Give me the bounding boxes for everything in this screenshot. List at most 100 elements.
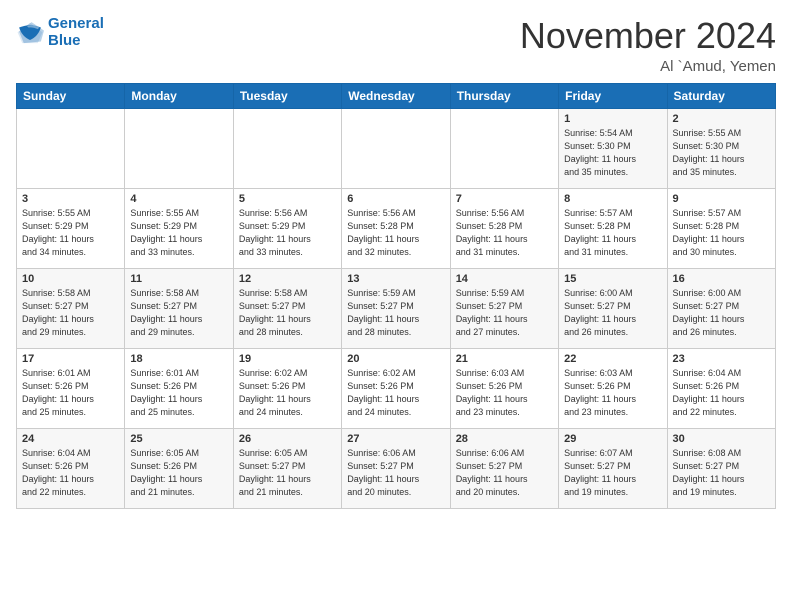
col-header-thursday: Thursday (450, 83, 558, 108)
day-cell (342, 108, 450, 188)
day-cell: 15 Sunrise: 6:00 AM Sunset: 5:27 PM Dayli… (559, 268, 667, 348)
day-cell: 8 Sunrise: 5:57 AM Sunset: 5:28 PM Daylig… (559, 188, 667, 268)
day-info: Sunrise: 6:03 AM Sunset: 5:26 PM Dayligh… (456, 367, 553, 419)
day-cell: 7Sunrise: 5:56 AM Sunset: 5:28 PM Daylig… (450, 188, 558, 268)
week-row-5: 24 Sunrise: 6:04 AM Sunset: 5:26 PM Dayli… (17, 428, 776, 508)
day-info: Sunrise: 5:56 AM Sunset: 5:28 PM Dayligh… (347, 207, 444, 259)
day-info: Sunrise: 6:04 AM Sunset: 5:26 PM Dayligh… (22, 447, 119, 499)
day-info: Sunrise: 5:58 AM Sunset: 5:27 PM Dayligh… (130, 287, 227, 339)
day-number: 11 (130, 273, 227, 285)
day-info: Sunrise: 5:58 AM Sunset: 5:27 PM Dayligh… (22, 287, 119, 339)
day-number: 4 (130, 193, 227, 205)
day-number: 17 (22, 353, 119, 365)
day-cell: 11 Sunrise: 5:58 AM Sunset: 5:27 PM Dayli… (125, 268, 233, 348)
day-cell: 30Sunrise: 6:08 AM Sunset: 5:27 PM Dayli… (667, 428, 775, 508)
day-cell: 23 Sunrise: 6:04 AM Sunset: 5:26 PM Dayli… (667, 348, 775, 428)
day-cell (450, 108, 558, 188)
day-cell: 16 Sunrise: 6:00 AM Sunset: 5:27 PM Dayli… (667, 268, 775, 348)
day-cell: 20 Sunrise: 6:02 AM Sunset: 5:26 PM Dayli… (342, 348, 450, 428)
day-info: Sunrise: 5:56 AM Sunset: 5:29 PM Dayligh… (239, 207, 336, 259)
title-block: November 2024 Al `Amud, Yemen (520, 16, 776, 75)
day-info: Sunrise: 6:00 AM Sunset: 5:27 PM Dayligh… (673, 287, 770, 339)
day-number: 15 (564, 273, 661, 285)
day-info: Sunrise: 5:57 AM Sunset: 5:28 PM Dayligh… (564, 207, 661, 259)
day-info: Sunrise: 6:04 AM Sunset: 5:26 PM Dayligh… (673, 367, 770, 419)
day-cell: 26 Sunrise: 6:05 AM Sunset: 5:27 PM Dayli… (233, 428, 341, 508)
day-number: 22 (564, 353, 661, 365)
day-number: 14 (456, 273, 553, 285)
day-number: 9 (673, 193, 770, 205)
day-cell: 19 Sunrise: 6:02 AM Sunset: 5:26 PM Dayli… (233, 348, 341, 428)
day-cell: 21 Sunrise: 6:03 AM Sunset: 5:26 PM Dayli… (450, 348, 558, 428)
day-cell: 17Sunrise: 6:01 AM Sunset: 5:26 PM Dayli… (17, 348, 125, 428)
week-row-2: 3 Sunrise: 5:55 AM Sunset: 5:29 PM Daylig… (17, 188, 776, 268)
day-info: Sunrise: 6:00 AM Sunset: 5:27 PM Dayligh… (564, 287, 661, 339)
logo-blue: Blue (48, 32, 81, 49)
col-header-monday: Monday (125, 83, 233, 108)
day-info: Sunrise: 6:06 AM Sunset: 5:27 PM Dayligh… (456, 447, 553, 499)
day-number: 2 (673, 113, 770, 125)
day-number: 10 (22, 273, 119, 285)
day-cell: 6 Sunrise: 5:56 AM Sunset: 5:28 PM Daylig… (342, 188, 450, 268)
day-cell: 10 Sunrise: 5:58 AM Sunset: 5:27 PM Dayli… (17, 268, 125, 348)
day-cell: 5 Sunrise: 5:56 AM Sunset: 5:29 PM Daylig… (233, 188, 341, 268)
day-number: 16 (673, 273, 770, 285)
day-cell: 1 Sunrise: 5:54 AM Sunset: 5:30 PM Daylig… (559, 108, 667, 188)
day-number: 7 (456, 193, 553, 205)
day-number: 8 (564, 193, 661, 205)
col-header-friday: Friday (559, 83, 667, 108)
day-info: Sunrise: 6:02 AM Sunset: 5:26 PM Dayligh… (239, 367, 336, 419)
col-header-wednesday: Wednesday (342, 83, 450, 108)
day-cell: 22 Sunrise: 6:03 AM Sunset: 5:26 PM Dayli… (559, 348, 667, 428)
day-number: 27 (347, 433, 444, 445)
day-number: 28 (456, 433, 553, 445)
day-number: 23 (673, 353, 770, 365)
logo-icon (16, 21, 44, 45)
day-number: 21 (456, 353, 553, 365)
col-header-tuesday: Tuesday (233, 83, 341, 108)
day-info: Sunrise: 6:05 AM Sunset: 5:26 PM Dayligh… (130, 447, 227, 499)
day-cell: 28 Sunrise: 6:06 AM Sunset: 5:27 PM Dayli… (450, 428, 558, 508)
day-number: 5 (239, 193, 336, 205)
day-cell: 25 Sunrise: 6:05 AM Sunset: 5:26 PM Dayli… (125, 428, 233, 508)
month-title: November 2024 (520, 16, 776, 56)
day-number: 29 (564, 433, 661, 445)
day-number: 24 (22, 433, 119, 445)
col-header-saturday: Saturday (667, 83, 775, 108)
day-cell: 2Sunrise: 5:55 AM Sunset: 5:30 PM Daylig… (667, 108, 775, 188)
day-info: Sunrise: 5:54 AM Sunset: 5:30 PM Dayligh… (564, 127, 661, 179)
day-number: 6 (347, 193, 444, 205)
logo-general: General (48, 15, 104, 32)
day-info: Sunrise: 5:55 AM Sunset: 5:29 PM Dayligh… (130, 207, 227, 259)
day-cell: 14 Sunrise: 5:59 AM Sunset: 5:27 PM Dayli… (450, 268, 558, 348)
day-info: Sunrise: 6:05 AM Sunset: 5:27 PM Dayligh… (239, 447, 336, 499)
day-info: Sunrise: 5:57 AM Sunset: 5:28 PM Dayligh… (673, 207, 770, 259)
day-cell: 4 Sunrise: 5:55 AM Sunset: 5:29 PM Daylig… (125, 188, 233, 268)
day-number: 26 (239, 433, 336, 445)
day-cell: 9 Sunrise: 5:57 AM Sunset: 5:28 PM Daylig… (667, 188, 775, 268)
page: General Blue November 2024 Al `Amud, Yem… (0, 0, 792, 519)
day-cell: 13Sunrise: 5:59 AM Sunset: 5:27 PM Dayli… (342, 268, 450, 348)
logo: General Blue (16, 16, 104, 49)
day-number: 19 (239, 353, 336, 365)
day-info: Sunrise: 6:07 AM Sunset: 5:27 PM Dayligh… (564, 447, 661, 499)
day-info: Sunrise: 5:55 AM Sunset: 5:29 PM Dayligh… (22, 207, 119, 259)
day-info: Sunrise: 5:59 AM Sunset: 5:27 PM Dayligh… (456, 287, 553, 339)
day-number: 12 (239, 273, 336, 285)
day-cell: 3 Sunrise: 5:55 AM Sunset: 5:29 PM Daylig… (17, 188, 125, 268)
week-row-1: 1 Sunrise: 5:54 AM Sunset: 5:30 PM Daylig… (17, 108, 776, 188)
location: Al `Amud, Yemen (520, 58, 776, 75)
day-number: 25 (130, 433, 227, 445)
day-info: Sunrise: 6:06 AM Sunset: 5:27 PM Dayligh… (347, 447, 444, 499)
day-info: Sunrise: 5:58 AM Sunset: 5:27 PM Dayligh… (239, 287, 336, 339)
day-info: Sunrise: 6:02 AM Sunset: 5:26 PM Dayligh… (347, 367, 444, 419)
day-info: Sunrise: 5:59 AM Sunset: 5:27 PM Dayligh… (347, 287, 444, 339)
day-cell: 12 Sunrise: 5:58 AM Sunset: 5:27 PM Dayli… (233, 268, 341, 348)
day-number: 1 (564, 113, 661, 125)
day-cell: 29 Sunrise: 6:07 AM Sunset: 5:27 PM Dayli… (559, 428, 667, 508)
day-number: 3 (22, 193, 119, 205)
week-row-3: 10 Sunrise: 5:58 AM Sunset: 5:27 PM Dayli… (17, 268, 776, 348)
day-number: 20 (347, 353, 444, 365)
day-info: Sunrise: 6:03 AM Sunset: 5:26 PM Dayligh… (564, 367, 661, 419)
day-cell (125, 108, 233, 188)
